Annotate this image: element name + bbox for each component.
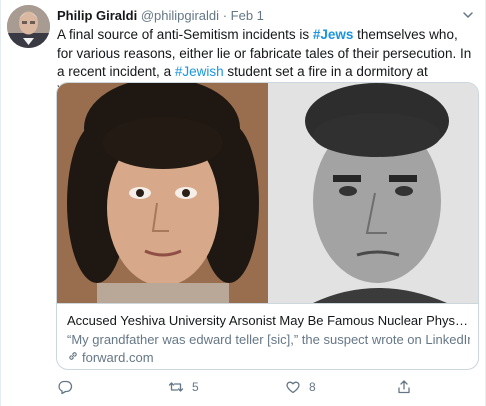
tweet[interactable]: Philip Giraldi @philipgiraldi · Feb 1 A … xyxy=(0,0,486,406)
share-icon xyxy=(396,379,412,395)
like-button[interactable]: 8 xyxy=(285,379,316,395)
card-domain-row: forward.com xyxy=(67,349,470,366)
separator-dot: · xyxy=(222,8,228,23)
card-image xyxy=(57,83,478,303)
card-domain[interactable]: forward.com xyxy=(82,349,154,366)
like-icon xyxy=(285,379,301,395)
like-count: 8 xyxy=(309,380,316,394)
author-handle[interactable]: @philipgiraldi xyxy=(141,8,219,23)
link-icon xyxy=(67,349,79,366)
avatar[interactable] xyxy=(7,5,50,48)
hashtag-link[interactable]: #Jewish xyxy=(175,64,224,79)
retweet-button[interactable]: 5 xyxy=(168,379,199,395)
hashtag-link[interactable]: #Jews xyxy=(313,27,354,42)
card-title[interactable]: Accused Yeshiva University Arsonist May … xyxy=(67,312,470,329)
tweet-header: Philip Giraldi @philipgiraldi · Feb 1 xyxy=(57,7,455,25)
reply-icon xyxy=(57,379,73,395)
card-description: “My grandfather was edward teller [sic],… xyxy=(67,332,470,347)
card-body: Accused Yeshiva University Arsonist May … xyxy=(57,303,478,369)
retweet-count: 5 xyxy=(192,380,199,394)
author-name[interactable]: Philip Giraldi xyxy=(57,8,137,23)
link-card[interactable]: Accused Yeshiva University Arsonist May … xyxy=(56,82,479,370)
chevron-down-icon[interactable] xyxy=(461,8,475,22)
tweet-date[interactable]: Feb 1 xyxy=(231,8,264,23)
action-bar: 5 8 xyxy=(57,379,467,401)
reply-button[interactable] xyxy=(57,379,81,395)
tweet-text-part: A final source of anti-Semitism incident… xyxy=(57,27,313,42)
share-button[interactable] xyxy=(396,379,412,395)
retweet-icon xyxy=(168,379,184,395)
